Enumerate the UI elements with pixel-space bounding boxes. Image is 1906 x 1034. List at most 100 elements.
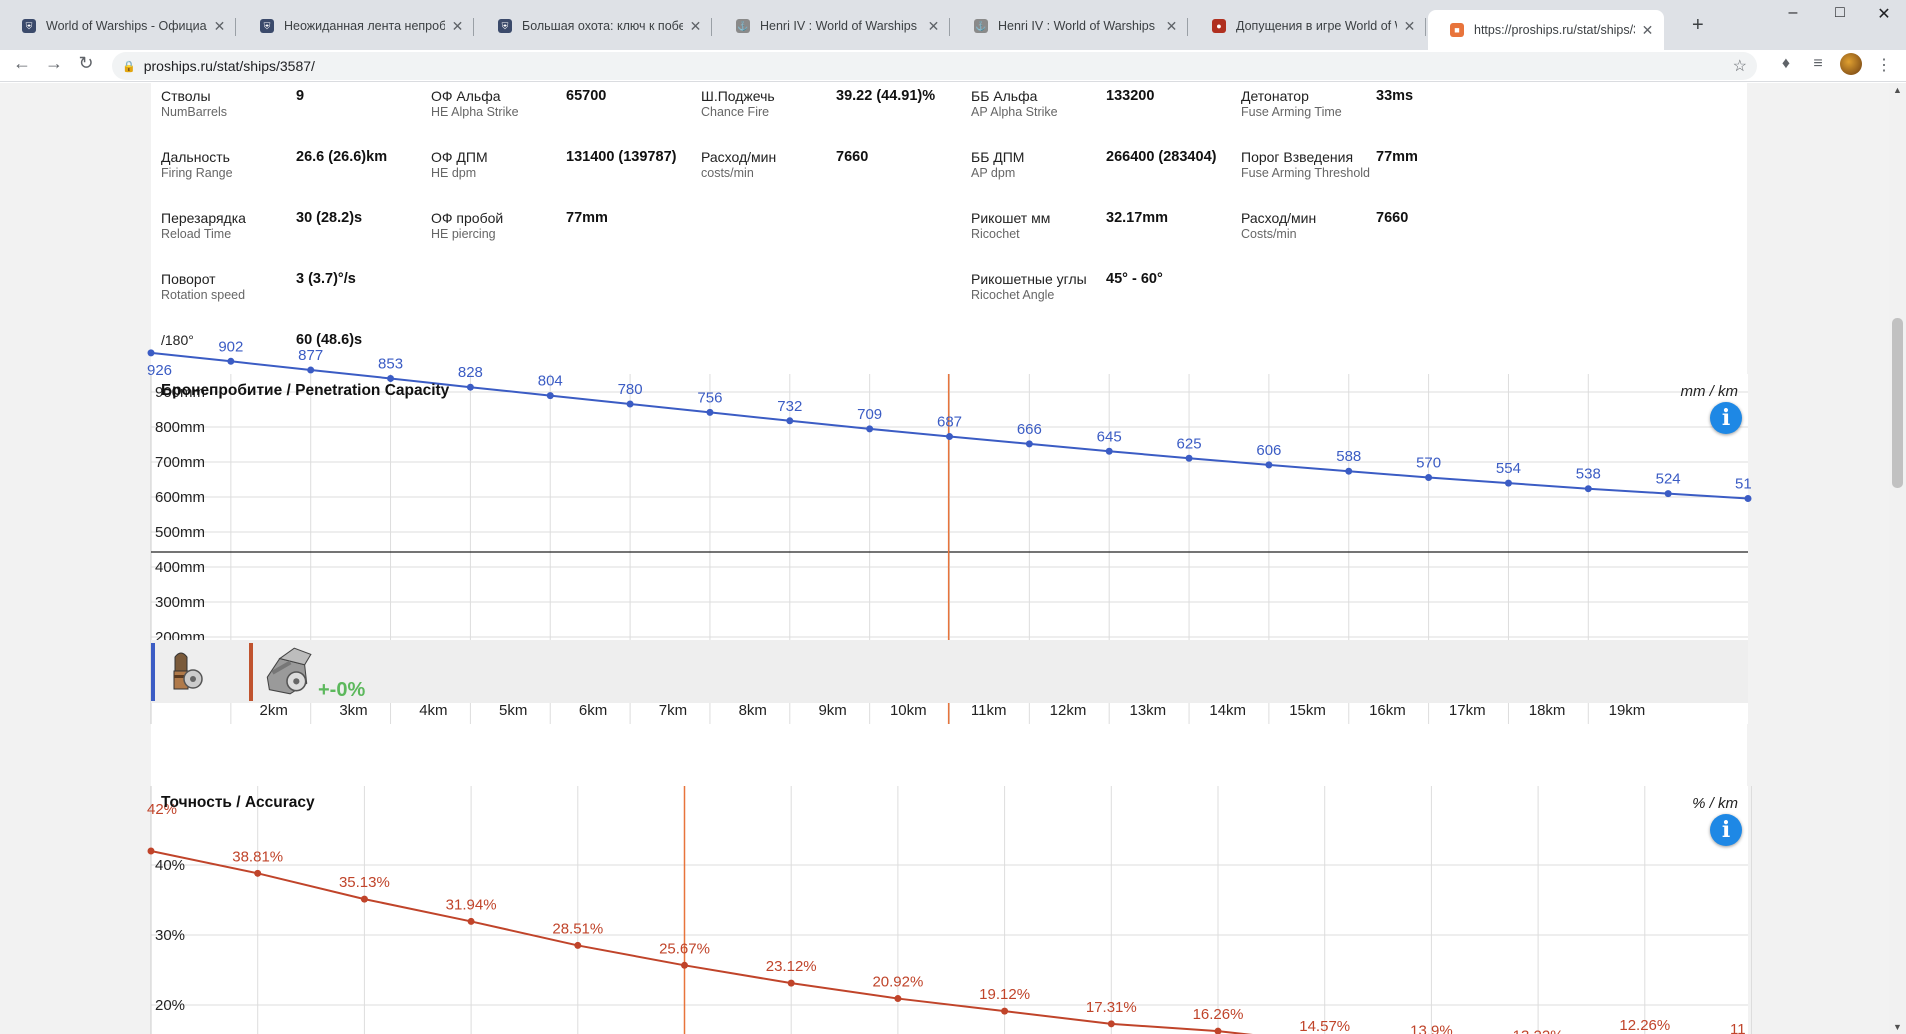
browser-tab[interactable]: ⛨ World of Warships - Официальный ✕ xyxy=(0,10,236,42)
tab-close-icon[interactable]: ✕ xyxy=(1403,18,1416,35)
stat-label-en: AP dpm xyxy=(971,166,1016,180)
stat-label-ru: Рикошетные углы xyxy=(971,271,1087,287)
stat-value: 32.17mm xyxy=(1106,210,1169,226)
back-icon[interactable]: ← xyxy=(10,53,34,74)
tab-title: Henri IV : World of Warships : Кр xyxy=(760,19,921,33)
stat-label-ru: Стволы xyxy=(161,88,211,104)
penetration-x-tick-label: 4km xyxy=(419,702,447,719)
penetration-data-label: 732 xyxy=(777,398,802,415)
accuracy-data-label: 19.12% xyxy=(979,986,1030,1003)
browser-tab[interactable]: ● Допущения в игре World of War ✕ xyxy=(1190,10,1426,42)
he-shell-card[interactable] xyxy=(151,643,209,701)
accuracy-chart-svg: 20% 30% 40% 38.81% 35.13% 31.94% 28.51% 25.67% 2… xyxy=(147,786,1752,1034)
penetration-data-label: 804 xyxy=(538,373,563,390)
stat-label-en: Reload Time xyxy=(161,227,232,241)
penetration-y-tick-label: 700mm xyxy=(155,454,205,471)
accuracy-data-label: 35.13% xyxy=(339,874,390,891)
tab-title: Henri IV : World of Warships : Кр xyxy=(998,19,1159,33)
reload-icon[interactable]: ↻ xyxy=(74,53,98,74)
penetration-x-tick-label: 7km xyxy=(659,702,687,719)
tab-close-icon[interactable]: ✕ xyxy=(1641,22,1654,39)
tab-separator xyxy=(235,18,236,36)
scroll-up-icon[interactable]: ▲ xyxy=(1893,85,1902,95)
penetration-x-tick-label: 9km xyxy=(818,702,846,719)
accuracy-data-point xyxy=(467,917,475,925)
tab-close-icon[interactable]: ✕ xyxy=(451,18,464,35)
penetration-y-tick-label: 500mm xyxy=(155,524,205,541)
tab-close-icon[interactable]: ✕ xyxy=(213,18,226,35)
accuracy-data-label: 13.22% xyxy=(1513,1027,1564,1034)
maximize-icon[interactable]: □ xyxy=(1820,4,1860,22)
penetration-data-point xyxy=(1584,485,1592,493)
menu-kebab-icon[interactable]: ⋮ xyxy=(1873,55,1895,75)
penetration-partial-label: 926 xyxy=(147,362,172,379)
penetration-data-point xyxy=(1425,474,1433,481)
he-shell-icon xyxy=(173,652,203,690)
extensions-icon[interactable]: ♦ xyxy=(1775,55,1797,73)
stat-item: Порог Взведения Fuse Arming Threshold 77mm xyxy=(1241,149,1506,199)
accuracy-data-point xyxy=(894,995,902,1003)
penetration-data-label: 780 xyxy=(618,381,643,398)
new-tab-button[interactable]: + xyxy=(1692,14,1704,37)
stat-value: 3 (3.7)°/s xyxy=(296,271,356,287)
stat-item: ББ Альфа AP Alpha Strike 133200 xyxy=(971,88,1236,138)
stat-label-ru: /180° xyxy=(161,332,194,348)
accuracy-data-label: 16.26% xyxy=(1193,1006,1244,1023)
minimize-icon[interactable]: – xyxy=(1773,4,1813,22)
lock-icon[interactable]: 🔒 xyxy=(122,60,136,73)
penetration-data-point xyxy=(147,349,155,357)
penetration-x-tick-label: 16km xyxy=(1369,702,1406,719)
accuracy-data-label: 38.81% xyxy=(232,848,283,865)
stat-value: 7660 xyxy=(836,149,869,165)
accuracy-info-icon[interactable]: i xyxy=(1710,814,1742,846)
stat-label-ru: Расход/мин xyxy=(1241,210,1317,226)
penetration-info-icon[interactable]: i xyxy=(1710,402,1742,434)
scrollbar-thumb[interactable] xyxy=(1892,318,1903,488)
close-window-icon[interactable]: ✕ xyxy=(1864,4,1904,24)
stat-value: 266400 (283404) xyxy=(1106,149,1217,165)
stat-item: ОФ Альфа HE Alpha Strike 65700 xyxy=(431,88,696,138)
browser-tab[interactable]: ⛨ Большая охота: ключ к победе ✕ xyxy=(476,10,712,42)
accuracy-partial-label: 12.26% xyxy=(1619,1017,1670,1034)
tab-close-icon[interactable]: ✕ xyxy=(927,18,940,35)
stat-label-en: AP Alpha Strike xyxy=(971,105,1058,119)
stat-label-ru: Детонатор xyxy=(1241,88,1309,104)
ap-shell-color-bar xyxy=(249,643,253,701)
address-bar[interactable]: 🔒 proships.ru/stat/ships/3587/ ☆ xyxy=(112,52,1757,80)
tab-close-icon[interactable]: ✕ xyxy=(1165,18,1178,35)
scroll-down-icon[interactable]: ▼ xyxy=(1893,1022,1902,1032)
browser-tab[interactable]: ⚓ Henri IV : World of Warships : Кр ✕ xyxy=(714,10,950,42)
browser-tab[interactable]: ⚓ Henri IV : World of Warships : Кр ✕ xyxy=(952,10,1188,42)
penetration-data-point xyxy=(1185,454,1193,462)
browser-tab[interactable]: ⛨ Неожиданная лента непробития ✕ xyxy=(238,10,474,42)
page-scrollbar[interactable]: ▲ ▼ xyxy=(1889,83,1906,1034)
stat-label-en: Costs/min xyxy=(1241,227,1297,241)
bookmark-star-icon[interactable]: ☆ xyxy=(1733,56,1747,76)
tab-strip: ⛨ World of Warships - Официальный ✕ ⛨ Неожид… xyxy=(0,0,1906,50)
penetration-chart-unit: mm / km xyxy=(1680,383,1739,400)
browser-tab[interactable]: ■ https://proships.ru/stat/ships/35 ✕ xyxy=(1428,10,1664,50)
penetration-x-tick-label: 2km xyxy=(260,702,288,719)
shield-icon: ⛨ xyxy=(260,19,274,33)
accuracy-y-tick-label: 30% xyxy=(155,927,185,944)
forward-icon[interactable]: → xyxy=(42,53,66,74)
profile-avatar[interactable] xyxy=(1840,53,1862,75)
penetration-data-label: 645 xyxy=(1097,428,1122,445)
penetration-data-point xyxy=(626,400,634,408)
penetration-data-point xyxy=(1744,495,1752,502)
tab-close-icon[interactable]: ✕ xyxy=(689,18,702,35)
stat-label-en: costs/min xyxy=(701,166,754,180)
shell-selector-bar: +-0% xyxy=(151,640,1748,703)
accuracy-chart-title: Точность / Accuracy xyxy=(161,794,315,811)
penetration-data-point xyxy=(1265,461,1273,469)
stat-label-ru: Рикошет мм xyxy=(971,210,1051,226)
stat-label-en: Rotation speed xyxy=(161,288,246,302)
stat-label-ru: Дальность xyxy=(161,149,230,165)
stat-label-ru: ОФ Альфа xyxy=(431,88,501,104)
tab-title: Большая охота: ключ к победе xyxy=(522,19,683,33)
stat-label-en: NumBarrels xyxy=(161,105,227,119)
penetration-x-tick-label: 15km xyxy=(1289,702,1326,719)
accuracy-data-point xyxy=(360,895,368,903)
ap-shell-card[interactable] xyxy=(249,643,312,701)
media-control-icon[interactable]: ≡ xyxy=(1807,55,1829,73)
